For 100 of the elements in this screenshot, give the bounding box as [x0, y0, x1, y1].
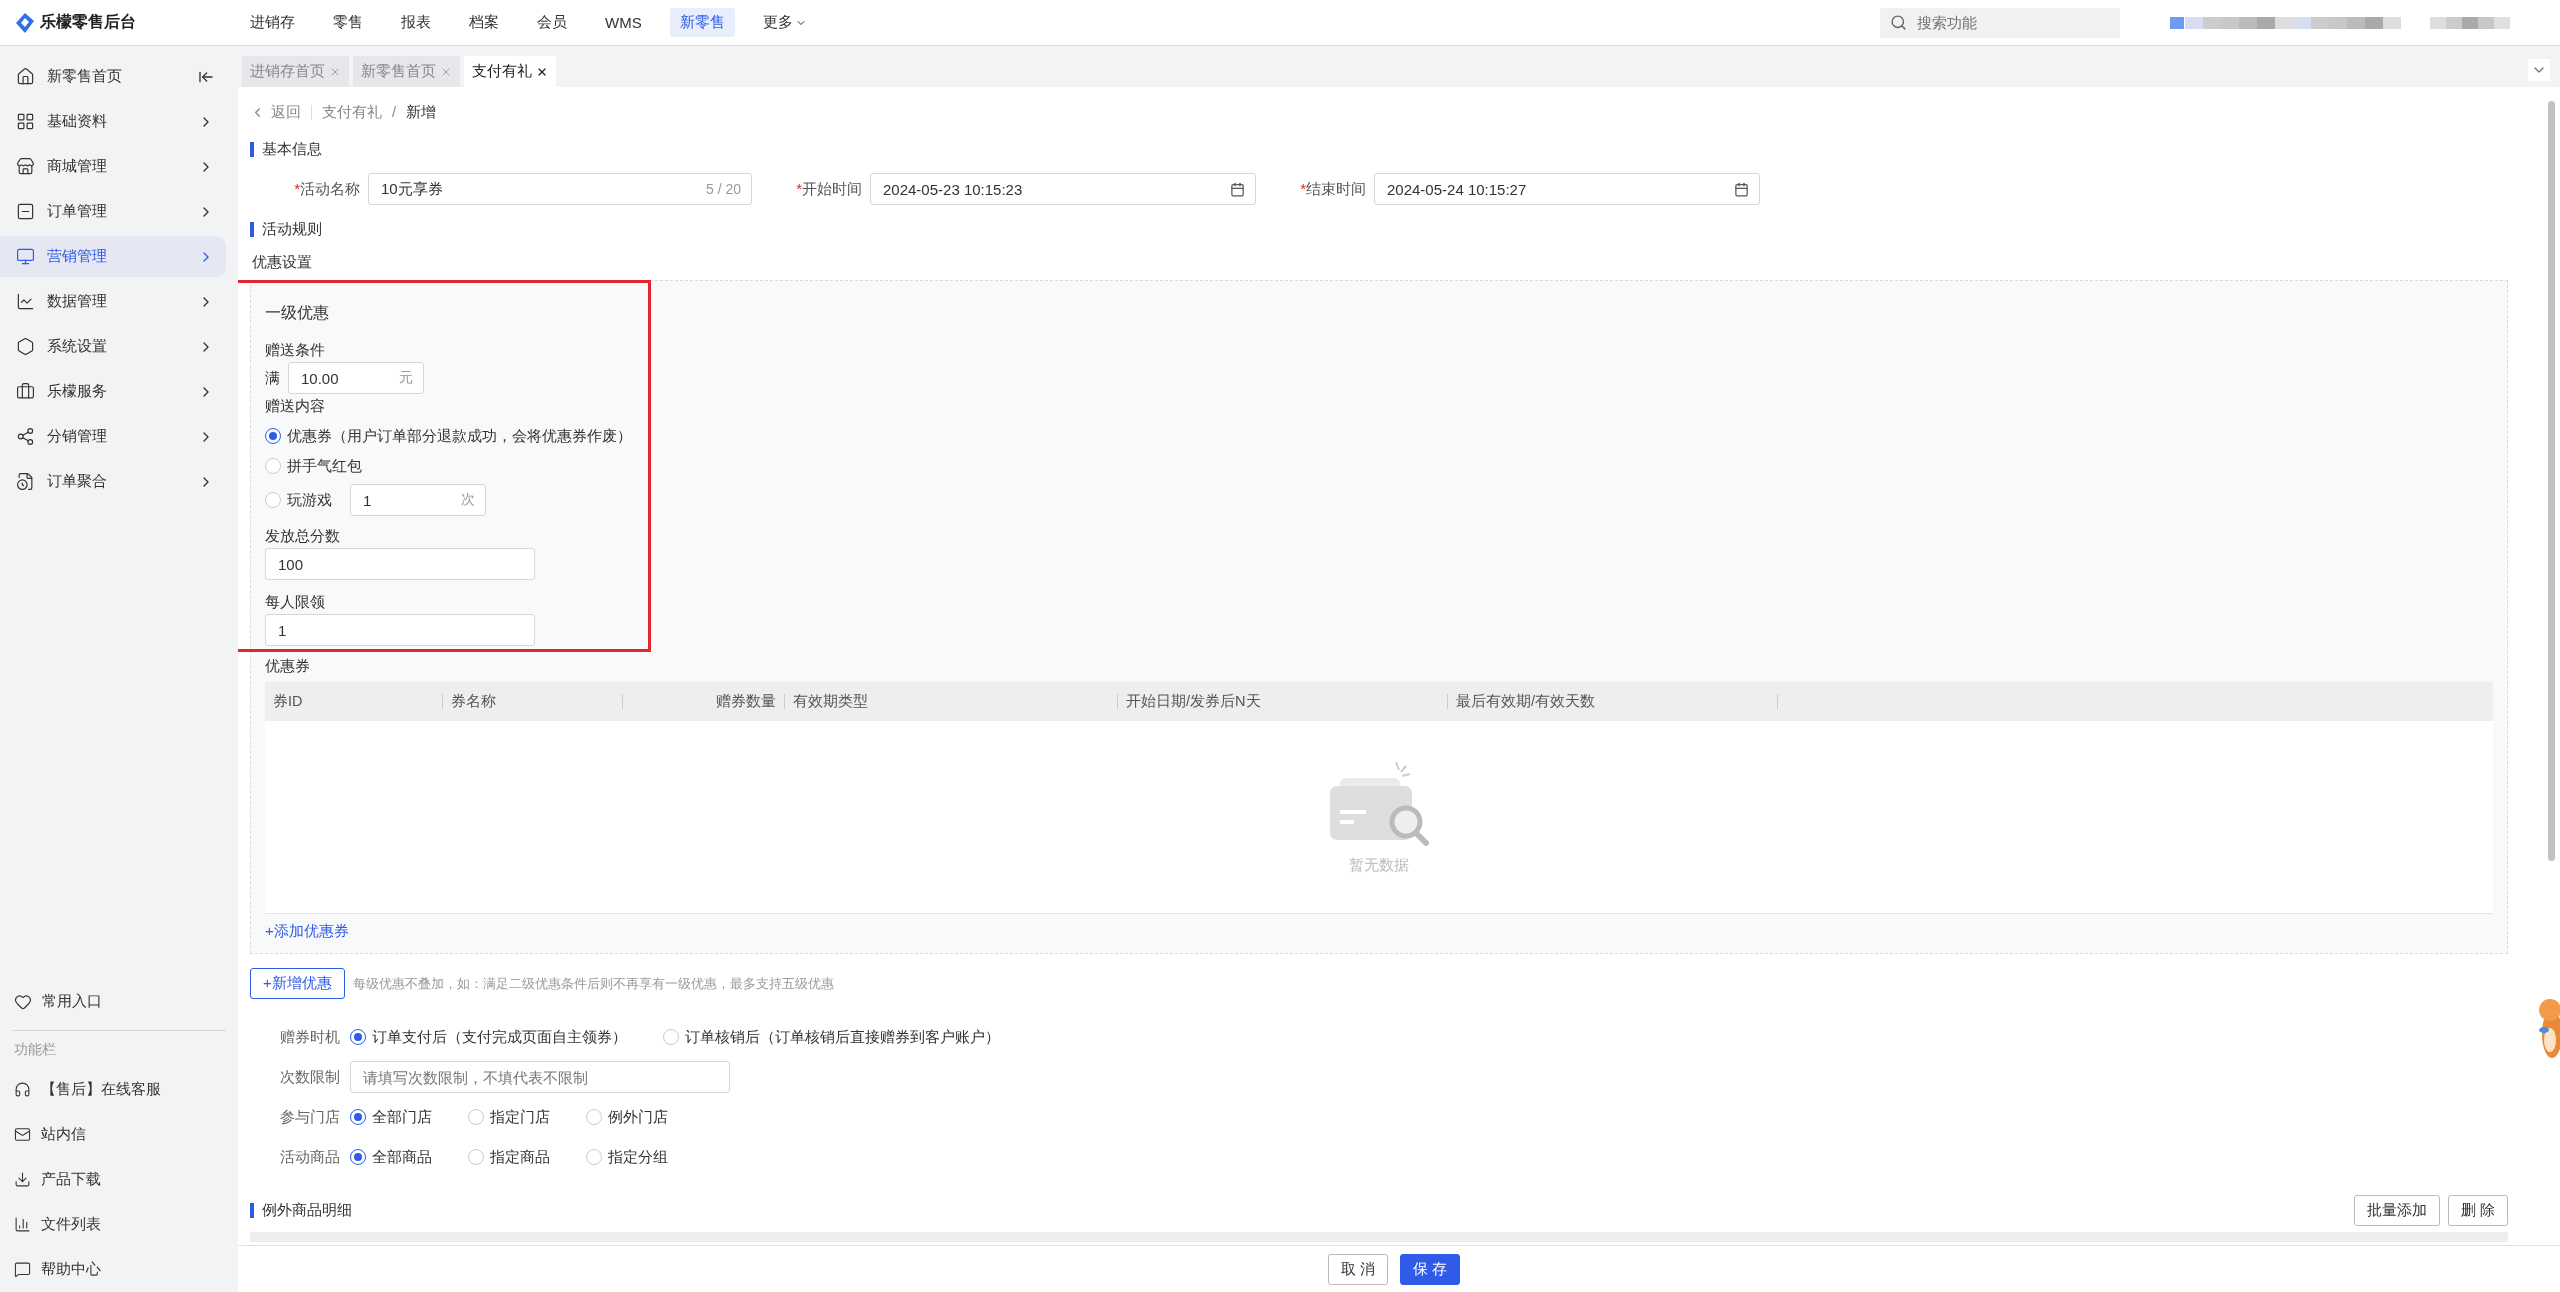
grid-icon: [16, 112, 35, 131]
radio-option[interactable]: 全部门店: [350, 1105, 432, 1129]
column-header: 赠券数量: [623, 694, 785, 709]
action-button[interactable]: 批量添加: [2353, 1195, 2440, 1226]
input-field[interactable]: 1: [265, 614, 535, 646]
sidebar-item[interactable]: 数据管理: [0, 281, 226, 322]
app-title: 乐檬零售后台: [40, 12, 136, 32]
input-field[interactable]: 100: [265, 548, 535, 580]
radio-option[interactable]: 全部商品: [350, 1145, 432, 1169]
breadcrumb-current: 新增: [406, 102, 437, 122]
tabs-dropdown[interactable]: [2528, 59, 2550, 81]
radio-option[interactable]: 例外门店: [586, 1105, 668, 1129]
sidebar-item[interactable]: 新零售首页: [0, 56, 226, 97]
date-field[interactable]: 2024-05-23 10:15:23: [870, 173, 1256, 205]
sidebar-item[interactable]: 分销管理: [0, 416, 226, 457]
field-input[interactable]: 1: [276, 620, 524, 640]
document-icon: [16, 202, 35, 221]
briefcase-icon: [16, 382, 35, 401]
line-chart-icon: [16, 292, 35, 311]
file-clock-icon: [16, 472, 35, 491]
field-input[interactable]: 请填写次数限制，不填代表不限制: [361, 1067, 719, 1087]
field-input[interactable]: 1: [361, 490, 461, 510]
radio-option[interactable]: 订单支付后（支付完成页面自主领券）: [350, 1025, 627, 1049]
sidebar-item[interactable]: 商城管理: [0, 146, 226, 187]
cancel-button[interactable]: 取 消: [1327, 1253, 1388, 1285]
share-icon: [16, 427, 35, 446]
nav-tab[interactable]: 进销存: [240, 8, 305, 37]
sidebar-item[interactable]: 订单聚合: [0, 461, 226, 502]
search-field[interactable]: 搜索功能: [1880, 7, 2120, 38]
field-input[interactable]: 2024-05-23 10:15:23: [881, 179, 1230, 199]
field-input[interactable]: 2024-05-24 10:15:27: [1385, 179, 1734, 199]
nav-tab[interactable]: 零售: [323, 8, 373, 37]
radio[interactable]: [265, 428, 281, 444]
action-button[interactable]: 删 除: [2447, 1195, 2508, 1226]
nav-tab[interactable]: 更多: [752, 8, 817, 37]
date-field[interactable]: 2024-05-24 10:15:27: [1374, 173, 1760, 205]
bar-chart-icon: [14, 1216, 31, 1233]
function-item[interactable]: 站内信: [0, 1112, 238, 1157]
sidebar-item[interactable]: 营销管理: [0, 236, 226, 277]
nav-tab[interactable]: 会员: [527, 8, 577, 37]
radio-option[interactable]: 指定分组: [586, 1145, 668, 1169]
function-item[interactable]: 文件列表: [0, 1202, 238, 1247]
add-tier-button[interactable]: +新增优惠: [250, 968, 345, 999]
field-label: 赠送内容: [265, 397, 326, 416]
radio[interactable]: [350, 1149, 366, 1165]
section-marker: [250, 1203, 254, 1218]
page-tab[interactable]: 支付有礼: [464, 56, 556, 87]
tier-title: 一级优惠: [265, 303, 330, 323]
column-header: 最后有效期/有效天数: [1448, 694, 1778, 709]
input-field[interactable]: 1 次: [350, 484, 486, 516]
search-input[interactable]: 搜索功能: [1915, 13, 2095, 32]
field-label: 参与门店: [280, 1107, 341, 1127]
field-input[interactable]: 100: [276, 554, 524, 574]
function-item[interactable]: 【售后】在线客服: [0, 1067, 238, 1112]
nav-tab[interactable]: 新零售: [669, 8, 735, 37]
hint-text: 每级优惠不叠加，如：满足二级优惠条件后则不再享有一级优惠，最多支持五级优惠: [352, 974, 834, 993]
nav-tab[interactable]: 档案: [459, 8, 509, 37]
heart-icon: [14, 992, 32, 1011]
sidebar-item[interactable]: 系统设置: [0, 326, 226, 367]
section-title: 基本信息: [262, 139, 322, 159]
radio[interactable]: [350, 1029, 366, 1045]
store-icon: [16, 157, 35, 176]
field-input[interactable]: 10.00: [299, 368, 399, 388]
empty-text: 暂无数据: [1349, 855, 1409, 875]
nav-tab[interactable]: WMS: [595, 9, 652, 36]
radio-option[interactable]: 拼手气红包: [265, 454, 362, 478]
field-label: 发放总分数: [265, 527, 341, 546]
field-label: 赠券时机: [280, 1027, 341, 1047]
sidebar-item[interactable]: 订单管理: [0, 191, 226, 232]
field-label: *开始时间: [795, 179, 863, 199]
function-item[interactable]: 产品下载: [0, 1157, 238, 1202]
scrollbar-thumb[interactable]: [2548, 101, 2555, 861]
nav-tab[interactable]: 报表: [391, 8, 441, 37]
radio-option[interactable]: 优惠券（用户订单部分退款成功，会将优惠券作废）: [265, 424, 632, 448]
input-field[interactable]: 请填写次数限制，不填代表不限制: [350, 1061, 730, 1093]
radio-option[interactable]: 订单核销后（订单核销后直接赠券到客户账户）: [663, 1025, 1000, 1049]
unit-label: 元: [399, 369, 413, 387]
calendar-icon: [1734, 181, 1749, 197]
field-label: *活动名称: [293, 179, 361, 199]
radio-option[interactable]: 指定商品: [468, 1145, 550, 1169]
section-title: 例外商品明细: [262, 1201, 352, 1220]
section-marker: [250, 221, 254, 237]
field-label: 赠送条件: [265, 341, 326, 360]
function-item[interactable]: 帮助中心: [0, 1247, 238, 1292]
input-field[interactable]: 10.00 元: [288, 362, 424, 394]
sidebar-item[interactable]: 基础资料: [0, 101, 226, 142]
breadcrumb-link[interactable]: 支付有礼: [322, 102, 382, 122]
subsection-title: 优惠设置: [252, 253, 313, 272]
radio[interactable]: [350, 1109, 366, 1125]
shortcut-item[interactable]: 常用入口: [0, 979, 238, 1024]
field-label: 次数限制: [280, 1067, 341, 1087]
radio-option[interactable]: 指定门店: [468, 1105, 550, 1129]
save-button[interactable]: 保 存: [1400, 1253, 1461, 1285]
back-link[interactable]: 返回: [250, 104, 312, 120]
field-label: 每人限领: [265, 593, 326, 612]
input-field[interactable]: 10元享券 5 / 20: [368, 173, 752, 205]
field-input[interactable]: 10元享券: [379, 179, 706, 199]
sidebar-item[interactable]: 乐檬服务: [0, 371, 226, 412]
add-coupon-link[interactable]: +添加优惠券: [265, 922, 349, 941]
radio-option[interactable]: 玩游戏: [265, 488, 332, 512]
